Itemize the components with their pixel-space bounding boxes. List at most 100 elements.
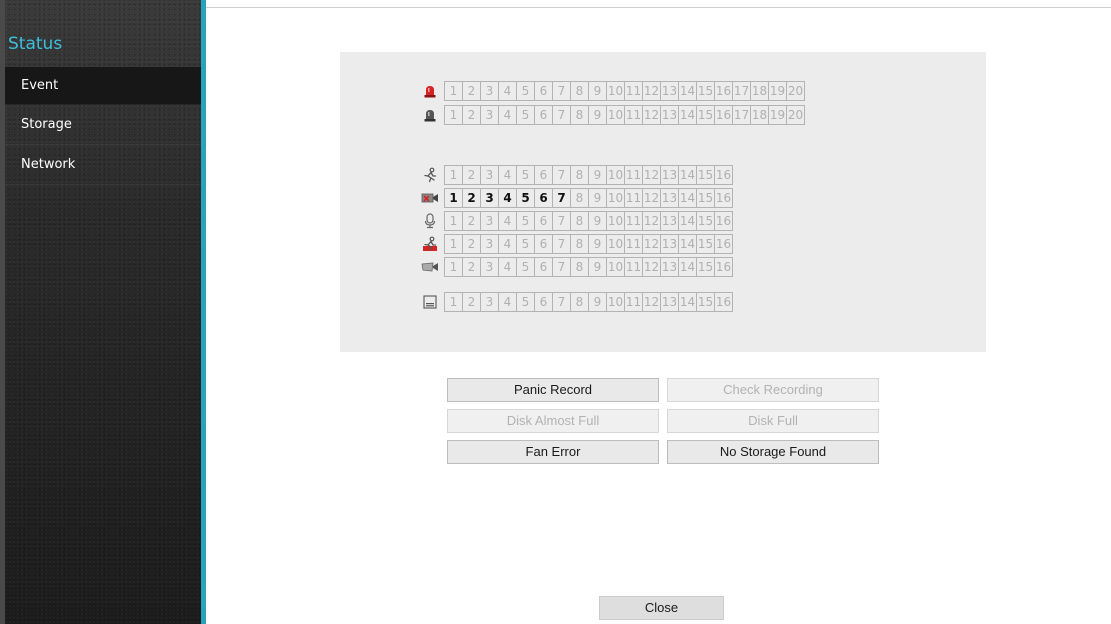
- channel-cell: 13: [661, 211, 679, 231]
- channel-cell: 4: [499, 105, 517, 125]
- channel-cell: 7: [553, 188, 571, 208]
- channel-cell: 14: [679, 234, 697, 254]
- fan-error-button[interactable]: Fan Error: [447, 440, 659, 464]
- channel-cell: 13: [661, 257, 679, 277]
- channel-cell: 14: [679, 211, 697, 231]
- channel-cell: 11: [625, 211, 643, 231]
- channel-cell: 10: [607, 165, 625, 185]
- channel-cell: 15: [697, 234, 715, 254]
- channel-cell: 1: [445, 234, 463, 254]
- channel-cell: 3: [481, 165, 499, 185]
- channel-cell: 10: [607, 211, 625, 231]
- status-row-tamper: 1 2 3 4 5 6 7 8 9 10 11 12 13 14 15 16: [416, 257, 733, 277]
- channel-cell: 3: [481, 188, 499, 208]
- channel-cell: 13: [661, 105, 679, 125]
- channel-cell: 18: [751, 105, 769, 125]
- channel-cell: 5: [517, 165, 535, 185]
- channel-cell: 2: [463, 81, 481, 101]
- channel-cell: 15: [697, 257, 715, 277]
- sidebar-item-storage[interactable]: Storage: [5, 105, 201, 145]
- channel-cell: 16: [715, 211, 733, 231]
- channel-cell: 5: [517, 105, 535, 125]
- channel-cell: 6: [535, 165, 553, 185]
- channel-cell: 1: [445, 165, 463, 185]
- panic-record-button[interactable]: Panic Record: [447, 378, 659, 402]
- status-row-audio: 1 2 3 4 5 6 7 8 9 10 11 12 13 14 15 16: [416, 211, 733, 231]
- channel-cell: 4: [499, 292, 517, 312]
- no-storage-found-button[interactable]: No Storage Found: [667, 440, 879, 464]
- channel-cell: 12: [643, 257, 661, 277]
- channel-cell: 6: [535, 211, 553, 231]
- channel-cell: 18: [751, 81, 769, 101]
- disk-almost-full-button[interactable]: Disk Almost Full: [447, 409, 659, 433]
- check-recording-button[interactable]: Check Recording: [667, 378, 879, 402]
- status-row-alarm-out: 1 2 3 4 5 6 7 8 9 10 11 12 13 14 15 16 17 18 19 20: [416, 105, 805, 125]
- channel-cell: 15: [697, 292, 715, 312]
- status-cells: 1 2 3 4 5 6 7 8 9 10 11 12 13 14 15 16: [444, 234, 733, 254]
- channel-cell: 15: [697, 165, 715, 185]
- channel-cell: 12: [643, 81, 661, 101]
- channel-cell: 19: [769, 105, 787, 125]
- channel-cell: 9: [589, 234, 607, 254]
- channel-cell: 12: [643, 211, 661, 231]
- channel-cell: 12: [643, 165, 661, 185]
- channel-cell: 14: [679, 81, 697, 101]
- camera-off-icon: [416, 188, 444, 208]
- channel-cell: 6: [535, 292, 553, 312]
- channel-cell: 2: [463, 234, 481, 254]
- camera-tamper-icon: [416, 257, 444, 277]
- status-row-video-loss: 1 2 3 4 5 6 7 8 9 10 11 12 13 14 15 16: [416, 188, 733, 208]
- channel-cell: 8: [571, 292, 589, 312]
- channel-cell: 7: [553, 257, 571, 277]
- channel-cell: 11: [625, 188, 643, 208]
- channel-cell: 12: [643, 188, 661, 208]
- status-cells: 1 2 3 4 5 6 7 8 9 10 11 12 13 14 15 16: [444, 257, 733, 277]
- sidebar-menu: Event Storage Network: [5, 67, 201, 185]
- channel-cell: 9: [589, 165, 607, 185]
- channel-cell: 5: [517, 211, 535, 231]
- channel-cell: 10: [607, 292, 625, 312]
- channel-cell: 7: [553, 292, 571, 312]
- channel-cell: 9: [589, 292, 607, 312]
- channel-cell: 9: [589, 211, 607, 231]
- channel-cell: 8: [571, 234, 589, 254]
- channel-cell: 2: [463, 211, 481, 231]
- channel-cell: 14: [679, 292, 697, 312]
- channel-cell: 5: [517, 257, 535, 277]
- channel-cell: 15: [697, 188, 715, 208]
- sidebar-item-event[interactable]: Event: [5, 67, 201, 105]
- disk-full-button[interactable]: Disk Full: [667, 409, 879, 433]
- status-cells: 1 2 3 4 5 6 7 8 9 10 11 12 13 14 15 16: [444, 292, 733, 312]
- channel-cell: 1: [445, 81, 463, 101]
- channel-cell: 16: [715, 188, 733, 208]
- channel-cell: 15: [697, 211, 715, 231]
- channel-cell: 3: [481, 292, 499, 312]
- channel-cell: 2: [463, 165, 481, 185]
- channel-cell: 16: [715, 165, 733, 185]
- channel-cell: 4: [499, 165, 517, 185]
- channel-cell: 12: [643, 105, 661, 125]
- channel-cell: 1: [445, 105, 463, 125]
- channel-cell: 3: [481, 105, 499, 125]
- channel-cell: 19: [769, 81, 787, 101]
- channel-cell: 4: [499, 81, 517, 101]
- gray-siren-icon: [416, 105, 444, 125]
- channel-cell: 5: [517, 188, 535, 208]
- red-siren-icon: [416, 81, 444, 101]
- channel-cell: 12: [643, 292, 661, 312]
- channel-cell: 12: [643, 234, 661, 254]
- channel-cell: 11: [625, 257, 643, 277]
- channel-cell: 11: [625, 165, 643, 185]
- channel-cell: 9: [589, 81, 607, 101]
- channel-cell: 10: [607, 257, 625, 277]
- sidebar-item-network[interactable]: Network: [5, 145, 201, 185]
- sidebar: Status Event Storage Network: [0, 0, 206, 624]
- channel-cell: 16: [715, 81, 733, 101]
- close-button[interactable]: Close: [599, 596, 724, 620]
- status-cells: 1 2 3 4 5 6 7 8 9 10 11 12 13 14 15 16 17 18 19 20: [444, 81, 805, 101]
- channel-cell: 13: [661, 81, 679, 101]
- channel-cell: 6: [535, 234, 553, 254]
- channel-cell: 9: [589, 188, 607, 208]
- channel-cell: 9: [589, 105, 607, 125]
- channel-cell: 8: [571, 105, 589, 125]
